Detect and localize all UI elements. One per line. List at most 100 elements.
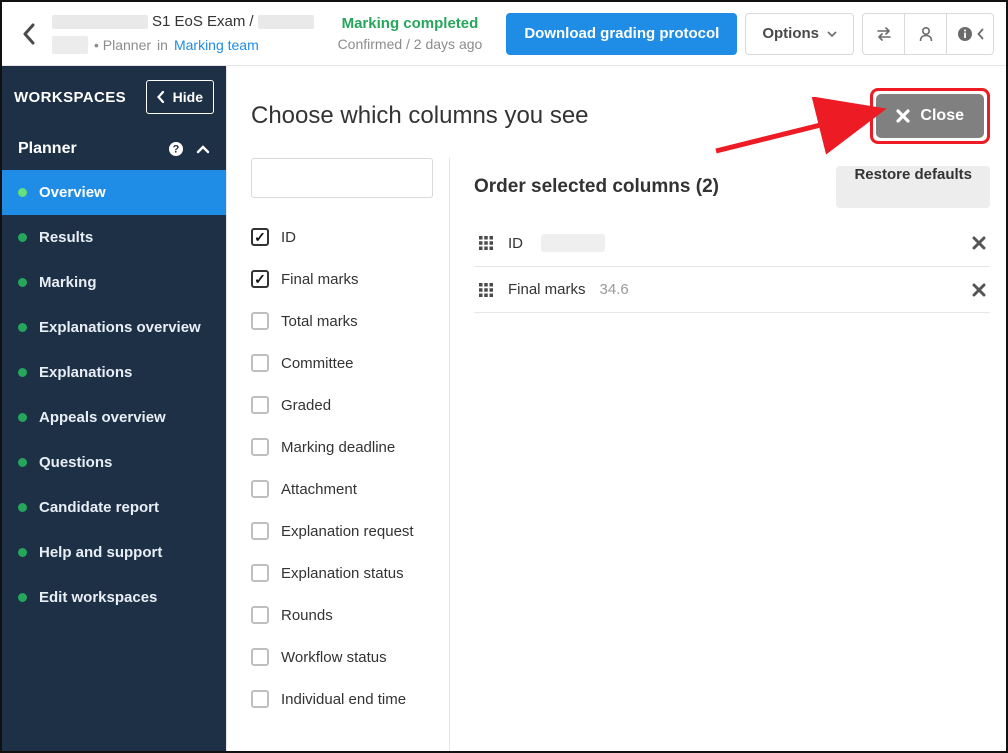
drag-handle-icon[interactable] <box>478 235 494 251</box>
column-option-label: Final marks <box>281 271 359 288</box>
options-button[interactable]: Options <box>745 13 854 55</box>
status-dot-icon <box>18 278 27 287</box>
swap-icon-button[interactable] <box>862 13 904 55</box>
checkbox-icon <box>251 312 269 330</box>
sidebar-item-candidate-report[interactable]: Candidate report <box>2 485 226 530</box>
sidebar-item-label: Help and support <box>39 544 162 561</box>
sidebar-item-questions[interactable]: Questions <box>2 440 226 485</box>
status-block: Marking completed Confirmed / 2 days ago <box>314 15 507 52</box>
sidebar-item-overview[interactable]: Overview <box>2 170 226 215</box>
column-option-rounds[interactable]: Rounds <box>251 594 449 636</box>
checkbox-icon <box>251 522 269 540</box>
status-dot-icon <box>18 323 27 332</box>
status-dot-icon <box>18 413 27 422</box>
sidebar-item-marking[interactable]: Marking <box>2 260 226 305</box>
column-option-label: Individual end time <box>281 691 406 708</box>
chevron-left-icon <box>977 28 984 40</box>
checkbox-icon <box>251 606 269 624</box>
status-dot-icon <box>18 548 27 557</box>
column-option-total-marks[interactable]: Total marks <box>251 300 449 342</box>
back-button[interactable] <box>10 15 48 53</box>
planner-section-header[interactable]: Planner ? <box>2 128 226 170</box>
column-option-id[interactable]: ID <box>251 216 449 258</box>
checkbox-icon <box>251 270 269 288</box>
user-icon-button[interactable] <box>904 13 946 55</box>
sidebar-item-label: Questions <box>39 454 112 471</box>
sidebar-item-label: Overview <box>39 184 106 201</box>
column-option-marking-deadline[interactable]: Marking deadline <box>251 426 449 468</box>
checkbox-icon <box>251 564 269 582</box>
sidebar-item-explanations-overview[interactable]: Explanations overview <box>2 305 226 350</box>
columns-picker: ID Final marks Total marks Committee Graded M… <box>227 158 449 751</box>
sidebar-item-appeals-overview[interactable]: Appeals overview <box>2 395 226 440</box>
help-icon[interactable]: ? <box>168 141 184 157</box>
column-option-attachment[interactable]: Attachment <box>251 468 449 510</box>
ordered-column-id[interactable]: ID <box>474 220 990 267</box>
checkbox-icon <box>251 438 269 456</box>
column-option-workflow-status[interactable]: Workflow status <box>251 636 449 678</box>
sidebar-item-edit-workspaces[interactable]: Edit workspaces <box>2 575 226 620</box>
marking-team-link[interactable]: Marking team <box>174 37 259 53</box>
planner-prefix: • Planner <box>94 37 151 53</box>
main-panel: Choose which columns you see Close ID Fin… <box>226 66 1006 751</box>
column-option-explanation-request[interactable]: Explanation request <box>251 510 449 552</box>
column-option-committee[interactable]: Committee <box>251 342 449 384</box>
column-option-label: Explanation status <box>281 565 404 582</box>
column-option-label: Committee <box>281 355 354 372</box>
hide-sidebar-button[interactable]: Hide <box>146 80 214 114</box>
status-dot-icon <box>18 503 27 512</box>
status-sub: Confirmed / 2 days ago <box>338 36 483 52</box>
sidebar-item-label: Marking <box>39 274 97 291</box>
column-option-final-marks[interactable]: Final marks <box>251 258 449 300</box>
page-title: Choose which columns you see <box>251 102 589 130</box>
info-icon-button[interactable] <box>946 13 994 55</box>
sidebar-item-results[interactable]: Results <box>2 215 226 260</box>
sidebar-item-label: Candidate report <box>39 499 159 516</box>
close-button-highlight: Close <box>870 88 990 144</box>
column-search-input[interactable] <box>251 158 433 198</box>
order-panel: Order selected columns (2) Restore defau… <box>449 158 1006 751</box>
crumb-slash: / <box>249 13 253 30</box>
exam-title: S1 EoS Exam <box>152 13 245 30</box>
download-protocol-button[interactable]: Download grading protocol <box>506 13 737 55</box>
drag-handle-icon[interactable] <box>478 282 494 298</box>
topbar: S1 EoS Exam / • Planner in Marking team … <box>2 2 1006 66</box>
remove-column-button[interactable] <box>972 283 986 297</box>
close-button[interactable]: Close <box>876 94 984 138</box>
caret-down-icon <box>827 31 837 37</box>
checkbox-icon <box>251 396 269 414</box>
ordered-column-label: ID <box>508 235 523 252</box>
sidebar-item-label: Explanations <box>39 364 132 381</box>
ordered-column-final-marks[interactable]: Final marks34.6 <box>474 267 990 313</box>
status-dot-icon <box>18 593 27 602</box>
remove-column-button[interactable] <box>972 236 986 250</box>
status-main: Marking completed <box>342 15 479 32</box>
sidebar-item-explanations[interactable]: Explanations <box>2 350 226 395</box>
sidebar-item-label: Appeals overview <box>39 409 166 426</box>
restore-defaults-button[interactable]: Restore defaults <box>836 166 990 208</box>
status-dot-icon <box>18 368 27 377</box>
chevron-up-icon[interactable] <box>196 145 210 154</box>
planner-label: Planner <box>18 140 77 158</box>
close-icon <box>896 109 910 123</box>
column-option-explanation-status[interactable]: Explanation status <box>251 552 449 594</box>
column-option-graded[interactable]: Graded <box>251 384 449 426</box>
redacted-value <box>541 234 605 252</box>
status-dot-icon <box>18 458 27 467</box>
order-title: Order selected columns (2) <box>474 176 719 198</box>
column-option-label: Total marks <box>281 313 358 330</box>
user-icon <box>918 26 934 42</box>
column-option-label: Attachment <box>281 481 357 498</box>
swap-icon <box>875 26 893 42</box>
status-dot-icon <box>18 188 27 197</box>
column-option-label: Graded <box>281 397 331 414</box>
column-option-individual-end-time[interactable]: Individual end time <box>251 678 449 720</box>
sidebar-item-label: Explanations overview <box>39 319 201 336</box>
redacted-crumb-2 <box>258 15 314 29</box>
column-option-label: Marking deadline <box>281 439 395 456</box>
sidebar-item-help-and-support[interactable]: Help and support <box>2 530 226 575</box>
ordered-column-label: Final marks <box>508 281 586 298</box>
checkbox-icon <box>251 354 269 372</box>
svg-text:?: ? <box>173 144 180 156</box>
status-dot-icon <box>18 233 27 242</box>
